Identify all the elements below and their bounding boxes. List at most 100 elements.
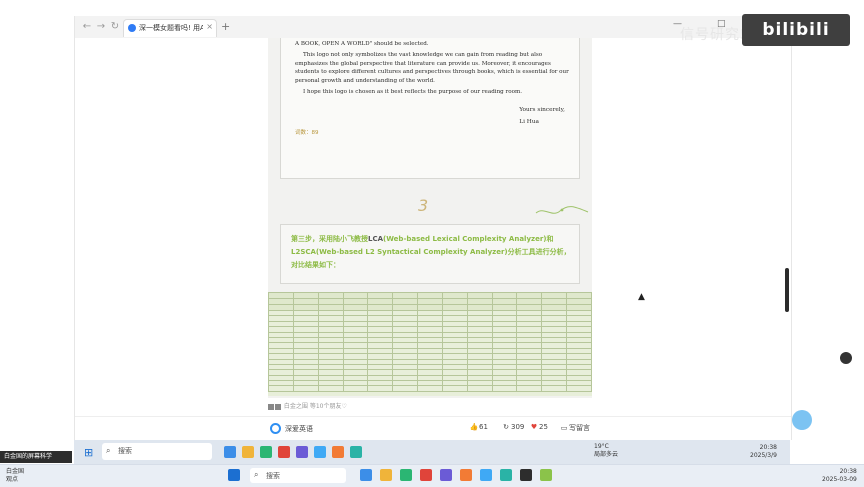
- table-cell: [566, 385, 592, 392]
- thumbs-up-icon: 👍: [469, 423, 479, 431]
- word-count: 词数：89: [295, 130, 319, 136]
- taskbar-app-icon[interactable]: [480, 469, 492, 481]
- inner-clock[interactable]: 20:38 2025/3/9: [750, 444, 777, 460]
- taskbar-app-icon[interactable]: [360, 469, 372, 481]
- page-number: 3: [418, 196, 429, 215]
- start-icon[interactable]: [228, 469, 240, 481]
- step-three-box: 第三步，采用陆小飞教授LCA(Web-based Lexical Complex…: [280, 224, 580, 284]
- avatar: [268, 403, 274, 410]
- floating-ball-icon[interactable]: [792, 410, 812, 430]
- back-icon[interactable]: ←: [81, 21, 93, 33]
- complexity-comparison-table: [268, 292, 592, 396]
- taskbar-app-icon[interactable]: [400, 469, 412, 481]
- author-logo-icon[interactable]: [270, 423, 281, 434]
- outer-clock[interactable]: 20:38 2025-03-09: [822, 468, 857, 484]
- inner-time: 20:38: [759, 444, 777, 451]
- table-cell: [441, 385, 468, 392]
- taskbar-app-icon[interactable]: [278, 446, 290, 458]
- avatar: [275, 403, 281, 410]
- outer-user-widget[interactable]: 白金国 观点: [6, 468, 24, 484]
- page-scrollbar[interactable]: [785, 268, 789, 312]
- tab-favicon-icon: [128, 24, 136, 32]
- browser-tab[interactable]: 深一模女题看吗! 用AI上元 ×: [123, 19, 217, 37]
- outer-search-placeholder: 搜索: [266, 472, 280, 480]
- search-icon: ⌕: [254, 470, 259, 479]
- share-button[interactable]: ↻ 309: [501, 423, 524, 431]
- complexity-table-grid: [268, 292, 592, 392]
- table-cell: [466, 385, 493, 392]
- taskbar-app-icon[interactable]: [242, 446, 254, 458]
- taskbar-app-icon[interactable]: [420, 469, 432, 481]
- table-cell: [417, 385, 443, 392]
- letter-text: A BOOK, OPEN A WORLD" should be selected…: [295, 40, 571, 99]
- taskbar-app-icon[interactable]: [380, 469, 392, 481]
- table-cell: [342, 385, 369, 392]
- decorative-swirl-icon: [535, 206, 589, 214]
- letter-box: A BOOK, OPEN A WORLD" should be selected…: [280, 38, 580, 179]
- outer-time: 20:38: [839, 468, 857, 475]
- table-cell: [268, 385, 294, 392]
- inner-search-box[interactable]: ⌕ 搜索: [102, 443, 212, 460]
- tab-close-icon[interactable]: ×: [206, 22, 213, 31]
- outer-taskbar: 白金国 观点 ⌕ 搜索 20:38 2025-03-09: [0, 464, 864, 487]
- outer-date: 2025-03-09: [822, 476, 857, 483]
- table-cell: [317, 385, 344, 392]
- share-icon: ↻: [503, 423, 509, 431]
- step-lca: LCA: [368, 235, 384, 243]
- heart-button[interactable]: ♥ 25: [529, 423, 548, 431]
- table-cell: [516, 385, 543, 392]
- table-cell: [367, 385, 394, 392]
- author-name[interactable]: 深爱英语: [285, 424, 313, 434]
- outer-user-line1: 白金国: [6, 468, 25, 475]
- taskbar-app-icon[interactable]: [540, 469, 552, 481]
- assistant-icon[interactable]: [840, 352, 852, 364]
- like-count: 61: [479, 423, 488, 431]
- taskbar-app-icon[interactable]: [500, 469, 512, 481]
- letter-paragraph-3: I hope this logo is chosen as it best re…: [303, 88, 523, 95]
- taskbar-app-icon[interactable]: [314, 446, 326, 458]
- tab-title: 深一模女题看吗! 用AI上元: [139, 24, 203, 32]
- taskbar-app-icon[interactable]: [260, 446, 272, 458]
- heart-count: 25: [539, 423, 548, 431]
- refresh-icon[interactable]: ↻: [109, 21, 121, 33]
- letter-paragraph-2: This logo not only symbolizes the vast k…: [295, 51, 569, 85]
- taskbar-app-icon[interactable]: [296, 446, 308, 458]
- outer-search-box[interactable]: ⌕ 搜索: [250, 468, 346, 483]
- step-three-text: 第三步，采用陆小飞教授LCA(Web-based Lexical Complex…: [291, 233, 571, 272]
- reader-friends[interactable]: 白金之围 等10个朋友♡: [268, 401, 347, 410]
- taskbar-app-icon[interactable]: [520, 469, 532, 481]
- step-prefix: 第三步，采用陆小飞教授: [291, 235, 368, 243]
- letter-signoff: Yours sincerely, Li Hua: [519, 104, 565, 128]
- bilibili-logo: bilibili: [742, 14, 850, 46]
- taskbar-app-icon[interactable]: [332, 446, 344, 458]
- browser-window: ← → ↻ 深一模女题看吗! 用AI上元 × + — □ × A BOOK, O…: [74, 16, 792, 440]
- taskbar-app-icon[interactable]: [350, 446, 362, 458]
- top-strip: [0, 0, 864, 16]
- new-tab-button[interactable]: +: [221, 20, 230, 33]
- weather-widget[interactable]: 19°C 局部多云: [594, 443, 618, 459]
- reader-friends-text: 白金之围 等10个朋友♡: [283, 403, 347, 410]
- weather-desc: 局部多云: [594, 451, 619, 458]
- inner-taskbar: ⊞ ⌕ 搜索 19°C 局部多云 20:38 2025/3/9: [74, 440, 790, 464]
- forward-icon[interactable]: →: [95, 21, 107, 33]
- search-icon: ⌕: [106, 446, 111, 455]
- scanned-document: A BOOK, OPEN A WORLD" should be selected…: [268, 38, 592, 398]
- taskbar-app-icon[interactable]: [224, 446, 236, 458]
- table-cell: [491, 385, 518, 392]
- letter-line-1: A BOOK, OPEN A WORLD" should be selected…: [295, 41, 429, 47]
- letter-closing: Yours sincerely,: [519, 107, 565, 113]
- comment-icon: ▭: [560, 424, 568, 432]
- mouse-cursor-icon: ▲: [638, 292, 645, 302]
- like-button[interactable]: 👍61: [469, 423, 488, 431]
- start-icon[interactable]: ⊞: [84, 446, 93, 459]
- article-page: A BOOK, OPEN A WORLD" should be selected…: [75, 38, 791, 440]
- inner-search-placeholder: 搜索: [118, 447, 132, 455]
- comment-button[interactable]: ▭ 写留言: [559, 423, 590, 433]
- comment-label: 写留言: [569, 424, 590, 432]
- taskbar-app-icon[interactable]: [460, 469, 472, 481]
- taskbar-app-icon[interactable]: [440, 469, 452, 481]
- weather-temp: 19°C: [594, 443, 609, 450]
- article-action-bar: 深爱英语 👍61 ↻ 309 ♥ 25 ▭ 写留言: [75, 416, 791, 441]
- share-count: 309: [511, 423, 525, 431]
- news-pill[interactable]: 白金国的屏幕科学: [0, 451, 72, 463]
